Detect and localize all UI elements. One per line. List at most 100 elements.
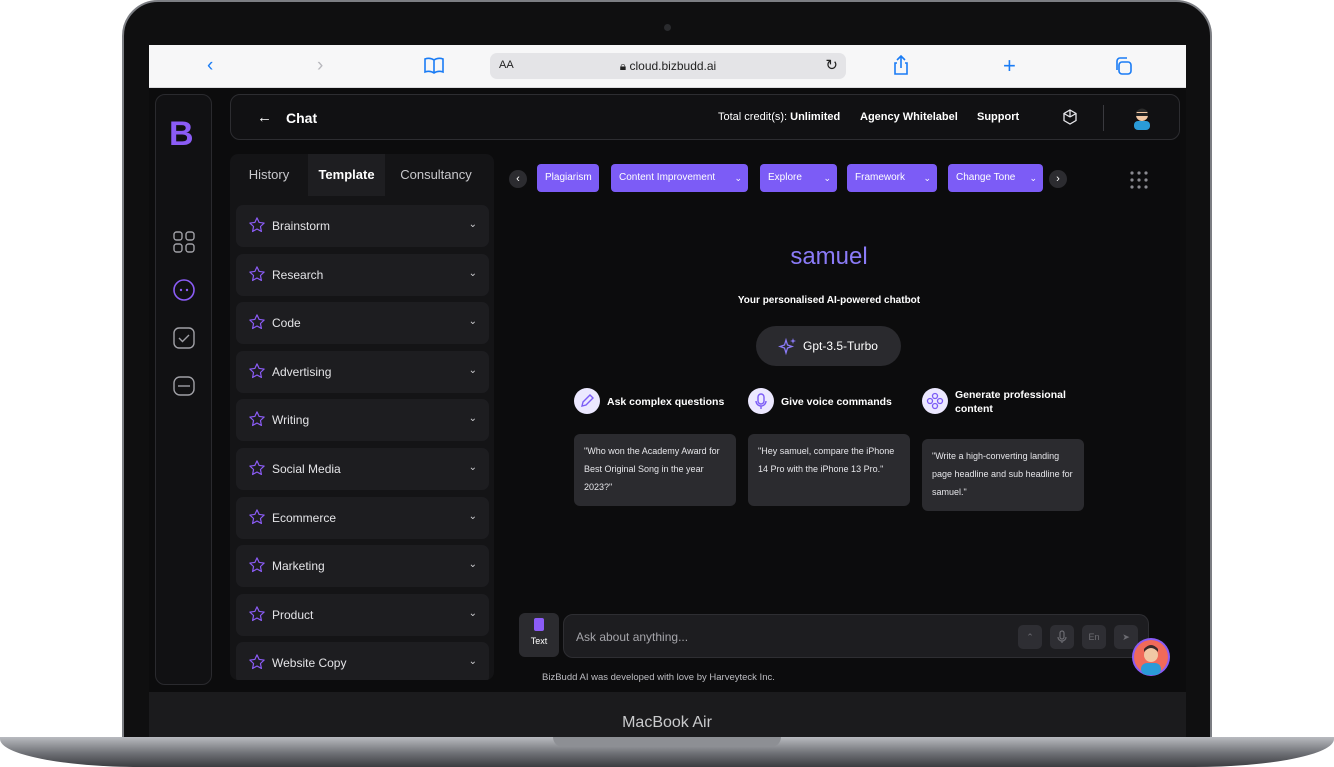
text-mode-button[interactable]: Text bbox=[519, 613, 559, 657]
star-icon bbox=[248, 605, 266, 628]
forward-icon[interactable]: › bbox=[317, 55, 323, 77]
category-brainstorm[interactable]: Brainstorm ⌄ bbox=[236, 205, 489, 247]
divider bbox=[1103, 105, 1104, 131]
device-label: MacBook Air bbox=[622, 714, 712, 731]
pencil-icon bbox=[574, 388, 600, 414]
app: B ← Chat Total credit(s): Unlimited Agen… bbox=[149, 88, 1186, 692]
chips-next-icon[interactable]: › bbox=[1049, 170, 1067, 188]
star-icon bbox=[248, 508, 266, 531]
star-icon bbox=[248, 313, 266, 336]
microphone-icon bbox=[748, 388, 774, 414]
category-writing[interactable]: Writing ⌄ bbox=[236, 399, 489, 442]
user-avatar-icon[interactable] bbox=[1131, 106, 1153, 135]
chevron-down-icon[interactable]: ⌄ bbox=[469, 365, 477, 376]
text-mode-label: Text bbox=[530, 636, 548, 646]
chip-change-tone[interactable]: Change Tone ⌄ bbox=[948, 164, 1043, 192]
model-selector-button[interactable]: Gpt-3.5-Turbo bbox=[756, 326, 901, 366]
agency-whitelabel-link[interactable]: Agency Whitelabel bbox=[860, 111, 958, 123]
star-icon bbox=[248, 410, 266, 433]
panel-tabs: History Template Consultancy bbox=[230, 154, 494, 196]
example-text: "Hey samuel, compare the iPhone 14 Pro w… bbox=[758, 446, 895, 474]
dashboard-grid-icon[interactable] bbox=[172, 230, 196, 254]
side-rail: B bbox=[155, 94, 212, 685]
tab-consultancy[interactable]: Consultancy bbox=[385, 154, 487, 196]
category-label: Ecommerce bbox=[272, 510, 337, 525]
chat-input-placeholder: Ask about anything... bbox=[576, 630, 689, 644]
tab-history[interactable]: History bbox=[230, 154, 308, 196]
address-bar[interactable]: AA 🔒︎ cloud.bizbudd.ai ↻ bbox=[490, 53, 846, 79]
tabs-overview-icon[interactable] bbox=[1114, 57, 1132, 79]
example-card-question[interactable]: "Who won the Academy Award for Best Orig… bbox=[574, 434, 736, 506]
category-label: Social Media bbox=[272, 462, 341, 476]
credits-value: Unlimited bbox=[790, 111, 841, 123]
category-marketing[interactable]: Marketing ⌄ bbox=[236, 545, 489, 588]
openai-settings-icon[interactable] bbox=[1060, 108, 1080, 133]
card-billing-icon[interactable] bbox=[172, 374, 196, 398]
chevron-down-icon: ⌄ bbox=[923, 173, 931, 183]
chat-input[interactable]: Ask about anything... ⌃ En ➤ bbox=[563, 614, 1149, 658]
category-label: Brainstorm bbox=[272, 219, 331, 233]
example-card-voice[interactable]: "Hey samuel, compare the iPhone 14 Pro w… bbox=[748, 434, 910, 506]
sparkle-icon bbox=[777, 336, 798, 359]
credits-info: Total credit(s): Unlimited bbox=[718, 111, 840, 123]
chip-label: Plagiarism bbox=[545, 172, 592, 183]
category-website-copy[interactable]: Website Copy ⌄ bbox=[236, 642, 489, 680]
category-label: Website Copy bbox=[272, 656, 347, 671]
chat-bubble-icon[interactable] bbox=[172, 278, 196, 302]
back-icon[interactable]: ‹ bbox=[207, 55, 213, 77]
reload-icon[interactable]: ↻ bbox=[825, 56, 838, 74]
star-icon bbox=[248, 459, 266, 482]
support-link[interactable]: Support bbox=[977, 111, 1019, 123]
category-label: Writing bbox=[272, 413, 310, 428]
category-label: Product bbox=[272, 607, 314, 622]
chip-plagiarism[interactable]: Plagiarism bbox=[537, 164, 599, 192]
category-research[interactable]: Research ⌄ bbox=[236, 253, 489, 296]
chevron-down-icon[interactable]: ⌄ bbox=[469, 413, 477, 424]
category-code[interactable]: Code ⌄ bbox=[236, 302, 489, 345]
microphone-button-icon[interactable] bbox=[1050, 625, 1074, 649]
assistant-avatar-icon[interactable] bbox=[1132, 638, 1170, 676]
chevron-down-icon[interactable]: ⌄ bbox=[469, 511, 477, 522]
chip-content-improvement[interactable]: Content Improvement ⌄ bbox=[611, 164, 748, 192]
app-logo[interactable]: B bbox=[169, 115, 194, 154]
example-text: "Write a high-converting landing page he… bbox=[932, 451, 1073, 497]
chip-label: Change Tone bbox=[956, 172, 1016, 183]
chip-label: Explore bbox=[768, 172, 802, 183]
chevron-down-icon[interactable]: ⌄ bbox=[469, 268, 477, 279]
back-arrow-icon[interactable]: ← bbox=[257, 109, 272, 126]
laptop-notch bbox=[553, 737, 781, 747]
chip-label: Framework bbox=[855, 172, 906, 183]
star-icon bbox=[248, 653, 266, 676]
chips-prev-icon[interactable]: ‹ bbox=[509, 170, 527, 188]
chevron-up-icon[interactable]: ⌃ bbox=[1018, 625, 1042, 649]
category-label: Marketing bbox=[272, 559, 325, 574]
example-text: "Who won the Academy Award for Best Orig… bbox=[584, 446, 720, 492]
chevron-down-icon[interactable]: ⌄ bbox=[469, 656, 477, 667]
share-icon[interactable] bbox=[892, 54, 910, 77]
checkbox-tasks-icon[interactable] bbox=[172, 326, 196, 350]
chevron-down-icon[interactable]: ⌄ bbox=[469, 608, 477, 619]
chevron-down-icon[interactable]: ⌄ bbox=[469, 316, 477, 327]
chevron-down-icon[interactable]: ⌄ bbox=[469, 559, 477, 570]
category-advertising[interactable]: Advertising ⌄ bbox=[236, 350, 489, 393]
category-ecommerce[interactable]: Ecommerce ⌄ bbox=[236, 496, 489, 539]
url-value: cloud.bizbudd.ai bbox=[629, 59, 717, 73]
apps-grid-icon[interactable] bbox=[1129, 170, 1149, 195]
new-tab-icon[interactable]: + bbox=[1003, 55, 1016, 77]
chevron-down-icon[interactable]: ⌄ bbox=[469, 462, 477, 473]
category-label: Code bbox=[272, 316, 301, 331]
chevron-down-icon[interactable]: ⌄ bbox=[469, 219, 477, 230]
category-label: Research bbox=[272, 267, 324, 282]
content-nodes-icon bbox=[922, 388, 948, 414]
tab-template[interactable]: Template bbox=[308, 154, 385, 196]
page-title: Chat bbox=[286, 110, 318, 126]
language-button[interactable]: En bbox=[1082, 625, 1106, 649]
chip-framework[interactable]: Framework ⌄ bbox=[847, 164, 937, 192]
category-social-media[interactable]: Social Media ⌄ bbox=[236, 448, 489, 490]
category-product[interactable]: Product ⌄ bbox=[236, 593, 489, 636]
example-card-content[interactable]: "Write a high-converting landing page he… bbox=[922, 439, 1084, 511]
chip-explore[interactable]: Explore ⌄ bbox=[760, 164, 837, 192]
category-label: Advertising bbox=[272, 364, 332, 379]
bookmarks-icon[interactable] bbox=[424, 56, 444, 78]
camera bbox=[664, 24, 671, 31]
